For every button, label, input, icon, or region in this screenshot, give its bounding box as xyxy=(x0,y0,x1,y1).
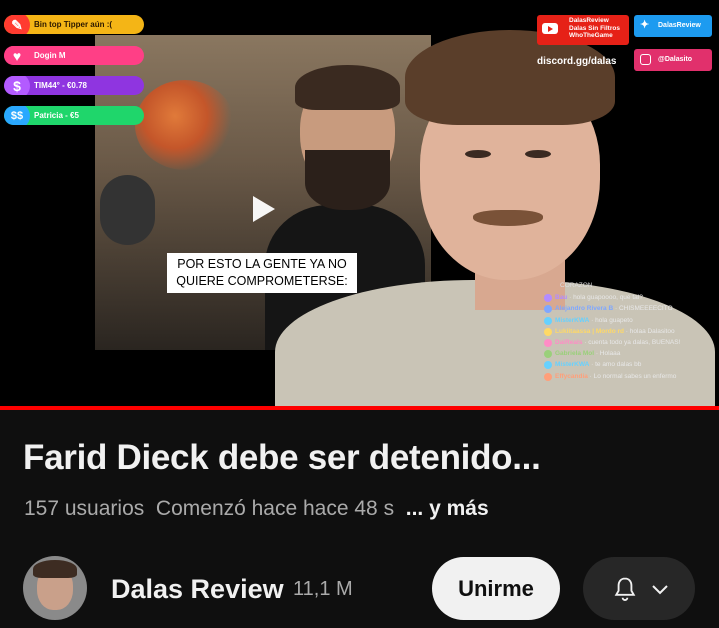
twitter-bird-icon: ✦ xyxy=(640,19,650,31)
alert-top-tipper: ✎ Bin top Tipper aún :( xyxy=(4,15,144,34)
avatar xyxy=(544,350,552,359)
instagram-badge: @Dalasito xyxy=(634,49,712,71)
channel-avatar[interactable] xyxy=(23,556,87,620)
chat-message: Effycandia · Lo normal sabes un enfermo xyxy=(544,371,719,382)
video-meta: 157 usuarios Comenzó hace hace 48 s ... … xyxy=(24,494,489,524)
stream-chat: CORAZON Bau · hola guapoooo, qué tal? Al… xyxy=(544,280,719,382)
alert-patricia: $$ Patricia - €5 xyxy=(4,106,144,125)
discord-link: discord.gg/dalas xyxy=(537,56,617,67)
started-time: Comenzó hace hace 48 s xyxy=(155,497,395,520)
chat-message: MisterKWA · hola guapeto xyxy=(544,315,719,326)
join-button[interactable]: Unirme xyxy=(432,557,560,620)
dollar-icon: $ xyxy=(4,76,30,95)
avatar xyxy=(544,361,552,370)
instagram-icon xyxy=(640,54,651,65)
alert-dogin: ♥ Dogin M xyxy=(4,46,144,65)
twitter-badge: ✦ DalasReview xyxy=(634,15,712,37)
bell-icon xyxy=(614,577,636,601)
avatar xyxy=(544,372,552,381)
progress-bar[interactable] xyxy=(0,406,719,410)
avatar xyxy=(544,316,552,325)
chat-message: Alejandro Rivera B · CHISMEEEECITO xyxy=(544,303,719,314)
avatar xyxy=(544,327,552,336)
money-icon: $$ xyxy=(4,106,30,125)
chevron-down-icon xyxy=(652,585,668,595)
chat-message: DaiReals · cuenta todo ya dalas, BUENAS! xyxy=(544,337,719,348)
clapper-icon: ✎ xyxy=(4,15,30,34)
video-title[interactable]: Farid Dieck debe ser detenido... xyxy=(23,436,541,480)
chat-message: Bau · hola guapoooo, qué tal? xyxy=(544,292,719,303)
notifications-button[interactable] xyxy=(583,557,695,620)
progress-fill xyxy=(0,406,719,410)
viewer-count: 157 usuarios xyxy=(24,497,145,520)
avatar xyxy=(544,305,552,314)
microphone xyxy=(100,175,155,245)
chat-message: Gabriela Mol · Holaaa xyxy=(544,348,719,359)
more-button[interactable]: ... y más xyxy=(406,497,489,520)
subscriber-count: 11,1 M xyxy=(293,578,353,600)
video-caption: POR ESTO LA GENTE YA NO QUIERE COMPROMET… xyxy=(167,253,357,293)
alert-tim: $ TIM44° - €0.78 xyxy=(4,76,144,95)
play-icon[interactable] xyxy=(253,196,275,222)
channel-name[interactable]: Dalas Review xyxy=(111,572,284,606)
avatar xyxy=(544,294,552,303)
heart-icon: ♥ xyxy=(4,46,30,65)
flowers-decoration xyxy=(135,80,235,170)
avatar xyxy=(544,338,552,347)
chat-message: Lukiitaassa | Mordo rd · holaa Dalasitoo xyxy=(544,326,719,337)
chat-header: CORAZON xyxy=(560,282,593,289)
video-player[interactable]: POR ESTO LA GENTE YA NO QUIERE COMPROMET… xyxy=(0,0,719,410)
youtube-badge: DalasReview Dalas Sin Filtros WhoTheGame xyxy=(537,15,629,45)
chat-message: MisterKWA · te amo dalas bb xyxy=(544,359,719,370)
